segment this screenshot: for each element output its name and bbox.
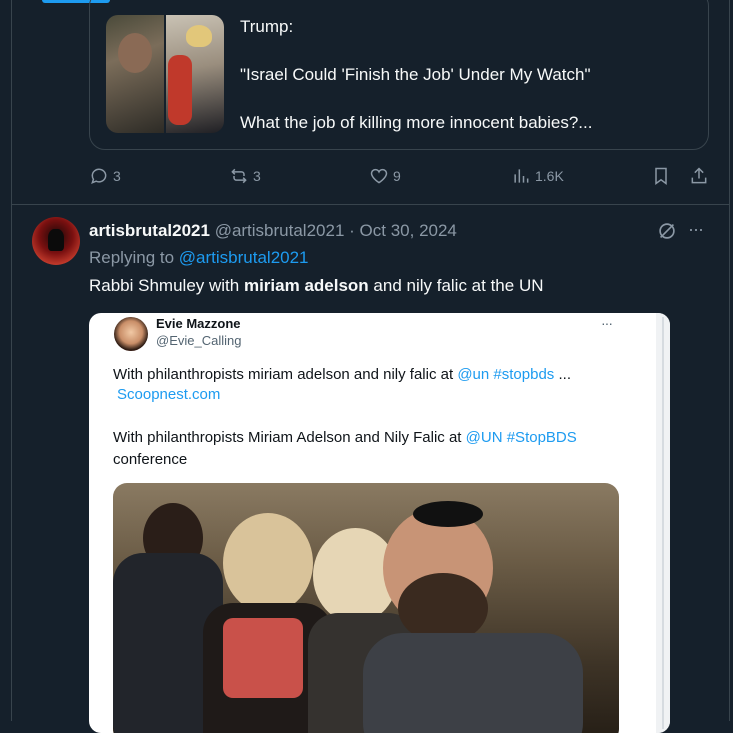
embedded-text-line: With philanthropists Miriam Adelson and … [113,427,577,449]
reply-text: Rabbi Shmuley with miriam adelson and ni… [89,276,544,296]
embedded-avatar [114,317,148,351]
photo-person-right-kippah [413,501,483,527]
embedded-link: Scoopnest.com [117,386,221,403]
photo-person-right-body [363,633,583,733]
embedded-text-line: Scoopnest.com [117,384,220,406]
photo-scarf [223,618,303,698]
post-action-bar: 3 3 9 1.6K [89,166,714,190]
reply-icon [91,168,107,184]
quoted-post-card[interactable]: Trump: "Israel Could 'Finish the Job' Un… [89,0,709,150]
reply-text-before: Rabbi Shmuley with [89,276,244,295]
repost-button[interactable]: 3 [229,166,261,186]
embedded-photo [113,483,619,733]
replying-to-mention[interactable]: @artisbrutal2021 [179,248,309,267]
views-button[interactable]: 1.6K [511,166,564,186]
embedded-scrollbar [656,313,670,733]
avatar[interactable] [32,217,80,265]
replying-to-prefix: Replying to [89,248,175,267]
embedded-handle: @Evie_Calling [156,333,242,348]
more-icon[interactable]: ··· [688,219,712,241]
attached-image[interactable]: Evie Mazzone @Evie_Calling ··· With phil… [89,313,670,733]
quoted-post-thumbnail[interactable] [106,15,224,133]
quoted-post-line: "Israel Could 'Finish the Job' Under My … [240,65,591,84]
repost-count: 3 [253,168,261,184]
like-count: 9 [393,168,401,184]
photo-person-blonde [223,513,313,613]
user-handle[interactable]: @artisbrutal2021 [215,221,345,240]
repost-icon [231,168,247,184]
grok-icon[interactable] [656,220,678,242]
embedded-more-icon: ··· [601,315,613,331]
thumbnail-left-photo [106,15,164,133]
embedded-display-name: Evie Mazzone [156,316,241,331]
views-icon [514,169,529,183]
bookmark-button[interactable] [651,166,671,186]
post-date[interactable]: Oct 30, 2024 [360,221,457,240]
embedded-mention: @UN [465,429,503,446]
embedded-mention: @un [457,366,490,383]
reply-header: artisbrutal2021 @artisbrutal2021 · Oct 3… [89,220,457,242]
reply-count: 3 [113,168,121,184]
timeline-border-right [729,0,730,721]
quoted-post-line: Trump: [240,17,294,36]
quoted-post-line: What the job of killing more innocent ba… [240,113,593,132]
embedded-text: With philanthropists miriam adelson and … [113,366,458,383]
embedded-text-line: With philanthropists miriam adelson and … [113,364,571,386]
reply-button[interactable]: 3 [89,166,121,186]
timeline-border-left [11,0,12,721]
display-name[interactable]: artisbrutal2021 [89,221,210,240]
embedded-hashtag: #stopbds [493,366,555,383]
reply-text-after: and nily falic at the UN [368,276,544,295]
embedded-ellipsis: ... [554,366,571,383]
like-button[interactable]: 9 [369,166,401,186]
embedded-hashtag: #StopBDS [506,429,577,446]
embedded-text: With philanthropists Miriam Adelson and … [113,429,466,446]
bookmark-icon [655,167,667,185]
embedded-text-line: conference [113,451,188,468]
header-separator: · [349,221,355,240]
share-icon [691,167,707,184]
share-button[interactable] [689,166,709,186]
quoted-post-text: Trump: "Israel Could 'Finish the Job' Un… [240,15,680,135]
reply-text-bold: miriam adelson [243,276,369,295]
replying-to: Replying to @artisbrutal2021 [89,248,309,268]
heart-icon [370,168,388,184]
post-divider [11,204,729,205]
thumbnail-right-photo [164,15,224,133]
views-count: 1.6K [535,168,564,184]
